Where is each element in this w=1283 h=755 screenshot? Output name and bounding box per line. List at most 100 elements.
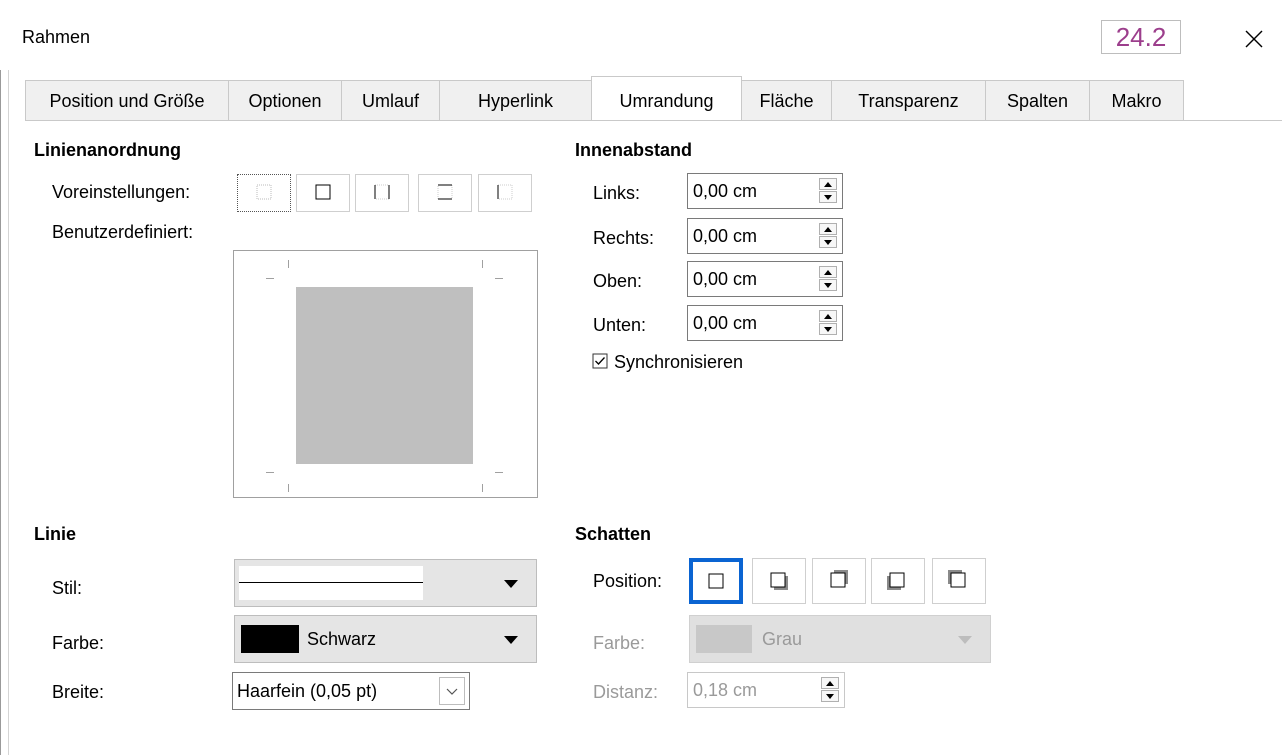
padding-right-field[interactable]: 0,00 cm bbox=[687, 218, 843, 254]
shadow-distance-value: 0,18 cm bbox=[693, 680, 758, 700]
line-style-label: Stil: bbox=[52, 578, 83, 598]
padding-top-spinner[interactable] bbox=[819, 266, 837, 292]
preview-tick bbox=[266, 278, 274, 279]
line-width-dropdown-button[interactable] bbox=[439, 677, 465, 705]
padding-bottom-value: 0,00 cm bbox=[693, 313, 758, 333]
spin-down-icon[interactable] bbox=[819, 279, 837, 291]
tab-makro[interactable]: Makro bbox=[1089, 80, 1184, 120]
shadow-bottom-right-button[interactable] bbox=[752, 558, 806, 604]
dialog-frame-border-inner bbox=[8, 70, 9, 755]
spin-down-icon[interactable] bbox=[821, 690, 839, 702]
tab-umrandung[interactable]: Umrandung bbox=[591, 76, 742, 120]
padding-bottom-spinner[interactable] bbox=[819, 310, 837, 336]
top-bottom-border-icon bbox=[437, 184, 453, 200]
padding-bottom-field[interactable]: 0,00 cm bbox=[687, 305, 843, 341]
padding-bottom-label: Unten: bbox=[593, 315, 647, 335]
checkbox-checked-icon bbox=[592, 353, 608, 369]
user-defined-label: Benutzerdefiniert: bbox=[52, 222, 194, 242]
color-swatch bbox=[241, 625, 299, 653]
tab-baseline bbox=[25, 120, 1282, 121]
chevron-down-icon bbox=[446, 688, 458, 695]
synchronize-checkbox[interactable] bbox=[592, 353, 608, 369]
preview-tick bbox=[495, 278, 503, 279]
preset-left-right-border-button[interactable] bbox=[355, 174, 409, 212]
no-border-icon bbox=[256, 184, 272, 200]
synchronize-label[interactable]: Synchronisieren bbox=[614, 352, 743, 373]
no-shadow-icon bbox=[708, 573, 724, 589]
chevron-down-icon bbox=[958, 636, 972, 644]
line-style-preview bbox=[239, 566, 423, 600]
chevron-down-icon bbox=[504, 580, 518, 588]
shadow-heading: Schatten bbox=[575, 524, 652, 544]
shadow-color-label: Farbe: bbox=[593, 633, 646, 653]
spin-up-icon[interactable] bbox=[819, 310, 837, 322]
shadow-top-right-icon bbox=[830, 570, 848, 588]
preview-tick bbox=[288, 260, 289, 268]
shadow-none-button[interactable] bbox=[689, 558, 743, 604]
line-arrangement-heading: Linienanordnung bbox=[34, 140, 181, 160]
line-width-label: Breite: bbox=[52, 682, 105, 702]
tab-spalten[interactable]: Spalten bbox=[985, 80, 1090, 120]
padding-top-value: 0,00 cm bbox=[693, 269, 758, 289]
padding-right-spinner[interactable] bbox=[819, 223, 837, 249]
spin-down-icon[interactable] bbox=[819, 236, 837, 248]
line-style-dropdown[interactable] bbox=[234, 559, 537, 607]
chevron-down-icon bbox=[504, 636, 518, 644]
shadow-bottom-right-icon bbox=[770, 572, 788, 590]
left-right-border-icon bbox=[374, 184, 390, 200]
preview-tick bbox=[482, 260, 483, 268]
padding-left-value: 0,00 cm bbox=[693, 181, 758, 201]
spin-up-icon[interactable] bbox=[821, 677, 839, 689]
padding-left-label: Links: bbox=[593, 183, 641, 203]
shadow-position-label: Position: bbox=[593, 571, 663, 591]
tab-position-und-groesse[interactable]: Position und Größe bbox=[25, 80, 229, 120]
spin-down-icon[interactable] bbox=[819, 191, 837, 203]
tab-umlauf[interactable]: Umlauf bbox=[341, 80, 440, 120]
preset-no-border-button[interactable] bbox=[237, 174, 291, 212]
padding-right-label: Rechts: bbox=[593, 228, 655, 248]
preview-tick bbox=[495, 472, 503, 473]
line-width-value: Haarfein (0,05 pt) bbox=[237, 681, 378, 701]
preview-tick bbox=[288, 484, 289, 492]
line-width-select[interactable]: Haarfein (0,05 pt) bbox=[232, 672, 470, 710]
spin-down-icon[interactable] bbox=[819, 323, 837, 335]
close-icon[interactable] bbox=[1237, 22, 1271, 56]
padding-top-field[interactable]: 0,00 cm bbox=[687, 261, 843, 297]
padding-top-label: Oben: bbox=[593, 271, 643, 291]
shadow-color-value: Grau bbox=[762, 629, 803, 649]
title-bar bbox=[0, 0, 1283, 70]
dialog-frame-border bbox=[0, 70, 1, 755]
presets-label: Voreinstellungen: bbox=[52, 182, 191, 202]
padding-right-value: 0,00 cm bbox=[693, 226, 758, 246]
tab-flaeche[interactable]: Fläche bbox=[741, 80, 832, 120]
border-preview-content bbox=[296, 287, 473, 464]
spin-up-icon[interactable] bbox=[819, 266, 837, 278]
line-color-value: Schwarz bbox=[307, 629, 377, 649]
line-color-label: Farbe: bbox=[52, 633, 105, 653]
shadow-top-left-button[interactable] bbox=[932, 558, 986, 604]
shadow-bottom-left-button[interactable] bbox=[871, 558, 925, 604]
padding-left-spinner[interactable] bbox=[819, 178, 837, 204]
shadow-bottom-left-icon bbox=[887, 572, 905, 590]
preview-tick bbox=[482, 484, 483, 492]
padding-heading: Innenabstand bbox=[575, 140, 693, 160]
shadow-distance-spinner[interactable] bbox=[821, 677, 839, 703]
preview-tick bbox=[266, 472, 274, 473]
preset-left-border-button[interactable] bbox=[478, 174, 532, 212]
tab-hyperlink[interactable]: Hyperlink bbox=[439, 80, 592, 120]
line-color-dropdown[interactable]: Schwarz bbox=[234, 615, 537, 663]
shadow-top-left-icon bbox=[948, 570, 966, 588]
preset-top-bottom-border-button[interactable] bbox=[418, 174, 472, 212]
version-badge: 24.2 bbox=[1101, 20, 1181, 54]
preset-outer-border-button[interactable] bbox=[296, 174, 350, 212]
padding-left-field[interactable]: 0,00 cm bbox=[687, 173, 843, 209]
tab-transparenz[interactable]: Transparenz bbox=[831, 80, 986, 120]
spin-up-icon[interactable] bbox=[819, 178, 837, 190]
left-border-icon bbox=[497, 184, 513, 200]
shadow-color-dropdown[interactable]: Grau bbox=[689, 615, 991, 663]
spin-up-icon[interactable] bbox=[819, 223, 837, 235]
shadow-distance-field[interactable]: 0,18 cm bbox=[687, 672, 845, 708]
shadow-top-right-button[interactable] bbox=[812, 558, 866, 604]
color-swatch bbox=[696, 625, 752, 653]
tab-optionen[interactable]: Optionen bbox=[228, 80, 342, 120]
